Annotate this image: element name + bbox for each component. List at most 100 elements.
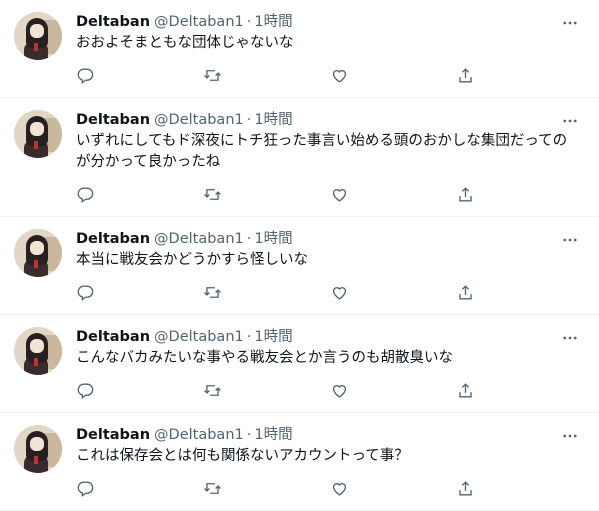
- like-button[interactable]: [330, 380, 457, 400]
- retweet-button[interactable]: [203, 65, 330, 85]
- tweet[interactable]: Deltaban @Deltaban1 · 1時間 これは保存会とは何も関係ない…: [0, 413, 599, 511]
- tweet-header: Deltaban @Deltaban1 · 1時間: [76, 425, 583, 445]
- tweet-header: Deltaban @Deltaban1 · 1時間: [76, 229, 583, 249]
- tweet-header: Deltaban @Deltaban1 · 1時間: [76, 12, 583, 32]
- retweet-icon: [203, 188, 221, 200]
- timestamp[interactable]: 1時間: [254, 229, 292, 249]
- reply-button[interactable]: [76, 380, 203, 400]
- heart-icon: [332, 384, 346, 398]
- more-horizontal-icon[interactable]: [561, 14, 579, 32]
- retweet-button[interactable]: [203, 380, 330, 400]
- display-name[interactable]: Deltaban: [76, 425, 150, 445]
- avatar[interactable]: [14, 425, 62, 473]
- retweet-icon: [203, 69, 221, 81]
- tweet-header: Deltaban @Deltaban1 · 1時間: [76, 327, 583, 347]
- tweet-actions: [76, 178, 583, 210]
- tweet-content: Deltaban @Deltaban1 · 1時間 こんなバカみたいな事やる戦友…: [76, 327, 583, 412]
- share-icon: [459, 382, 472, 398]
- tweet[interactable]: Deltaban @Deltaban1 · 1時間 本当に戦友会かどうかすら怪し…: [0, 217, 599, 315]
- like-button[interactable]: [330, 184, 457, 204]
- more-horizontal-icon[interactable]: [561, 329, 579, 347]
- retweet-button[interactable]: [203, 184, 330, 204]
- separator-dot: ·: [246, 231, 252, 247]
- user-handle[interactable]: @Deltaban1: [154, 425, 244, 445]
- timestamp[interactable]: 1時間: [254, 425, 292, 445]
- share-icon: [459, 284, 472, 300]
- avatar[interactable]: [14, 229, 62, 277]
- avatar[interactable]: [14, 12, 62, 60]
- share-button[interactable]: [456, 184, 583, 204]
- timeline: Deltaban @Deltaban1 · 1時間 おおよそまともな団体じゃない…: [0, 0, 599, 511]
- avatar-column: [14, 425, 62, 510]
- tweet-text: 本当に戦友会かどうかすら怪しいな: [76, 252, 308, 268]
- like-button[interactable]: [330, 65, 457, 85]
- display-name[interactable]: Deltaban: [76, 229, 150, 249]
- retweet-button[interactable]: [203, 478, 330, 498]
- reply-icon: [77, 284, 94, 301]
- share-button[interactable]: [456, 478, 583, 498]
- tweet-text: これは保存会とは何も関係ないアカウントって事？: [76, 448, 409, 464]
- separator-dot: ·: [246, 14, 252, 30]
- tweet-content: Deltaban @Deltaban1 · 1時間 これは保存会とは何も関係ない…: [76, 425, 583, 510]
- tweet-content: Deltaban @Deltaban1 · 1時間 いずれにしてもド深夜にトチ狂…: [76, 110, 583, 216]
- reply-icon: [77, 382, 94, 399]
- share-icon: [459, 480, 472, 496]
- display-name[interactable]: Deltaban: [76, 327, 150, 347]
- retweet-icon: [203, 286, 221, 298]
- tweet-actions: [76, 59, 583, 91]
- user-handle[interactable]: @Deltaban1: [154, 12, 244, 32]
- share-button[interactable]: [456, 380, 583, 400]
- tweet-actions: [76, 374, 583, 406]
- display-name[interactable]: Deltaban: [76, 12, 150, 32]
- avatar-column: [14, 110, 62, 216]
- reply-button[interactable]: [76, 478, 203, 498]
- heart-icon: [332, 188, 346, 202]
- avatar-column: [14, 327, 62, 412]
- retweet-button[interactable]: [203, 282, 330, 302]
- separator-dot: ·: [246, 427, 252, 443]
- reply-button[interactable]: [76, 184, 203, 204]
- separator-dot: ·: [246, 329, 252, 345]
- retweet-icon: [203, 482, 221, 494]
- more-horizontal-icon[interactable]: [561, 231, 579, 249]
- heart-icon: [332, 482, 346, 496]
- share-button[interactable]: [456, 65, 583, 85]
- share-icon: [459, 186, 472, 202]
- reply-icon: [77, 480, 94, 497]
- more-horizontal-icon[interactable]: [561, 427, 579, 445]
- reply-icon: [77, 186, 94, 203]
- avatar[interactable]: [14, 110, 62, 158]
- avatar-column: [14, 12, 62, 97]
- share-icon: [459, 67, 472, 83]
- like-button[interactable]: [330, 282, 457, 302]
- separator-dot: ·: [246, 112, 252, 128]
- user-handle[interactable]: @Deltaban1: [154, 229, 244, 249]
- heart-icon: [332, 286, 346, 300]
- reply-button[interactable]: [76, 282, 203, 302]
- display-name[interactable]: Deltaban: [76, 110, 150, 130]
- avatar[interactable]: [14, 327, 62, 375]
- tweet[interactable]: Deltaban @Deltaban1 · 1時間 いずれにしてもド深夜にトチ狂…: [0, 98, 599, 217]
- user-handle[interactable]: @Deltaban1: [154, 327, 244, 347]
- tweet[interactable]: Deltaban @Deltaban1 · 1時間 こんなバカみたいな事やる戦友…: [0, 315, 599, 413]
- timestamp[interactable]: 1時間: [254, 110, 292, 130]
- tweet[interactable]: Deltaban @Deltaban1 · 1時間 おおよそまともな団体じゃない…: [0, 0, 599, 98]
- reply-button[interactable]: [76, 65, 203, 85]
- tweet-text: おおよそまともな団体じゃないな: [76, 35, 294, 51]
- reply-icon: [77, 67, 94, 84]
- share-button[interactable]: [456, 282, 583, 302]
- heart-icon: [332, 69, 346, 83]
- tweet-text: いずれにしてもド深夜にトチ狂った事言い始める頭のおかしな集団だってのが分かって良…: [76, 133, 568, 170]
- tweet-actions: [76, 276, 583, 308]
- timestamp[interactable]: 1時間: [254, 12, 292, 32]
- tweet-header: Deltaban @Deltaban1 · 1時間: [76, 110, 583, 130]
- more-horizontal-icon[interactable]: [561, 112, 579, 130]
- user-handle[interactable]: @Deltaban1: [154, 110, 244, 130]
- tweet-text: こんなバカみたいな事やる戦友会とか言うのも胡散臭いな: [76, 350, 453, 366]
- avatar-column: [14, 229, 62, 314]
- like-button[interactable]: [330, 478, 457, 498]
- timestamp[interactable]: 1時間: [254, 327, 292, 347]
- tweet-content: Deltaban @Deltaban1 · 1時間 おおよそまともな団体じゃない…: [76, 12, 583, 97]
- tweet-actions: [76, 472, 583, 504]
- tweet-content: Deltaban @Deltaban1 · 1時間 本当に戦友会かどうかすら怪し…: [76, 229, 583, 314]
